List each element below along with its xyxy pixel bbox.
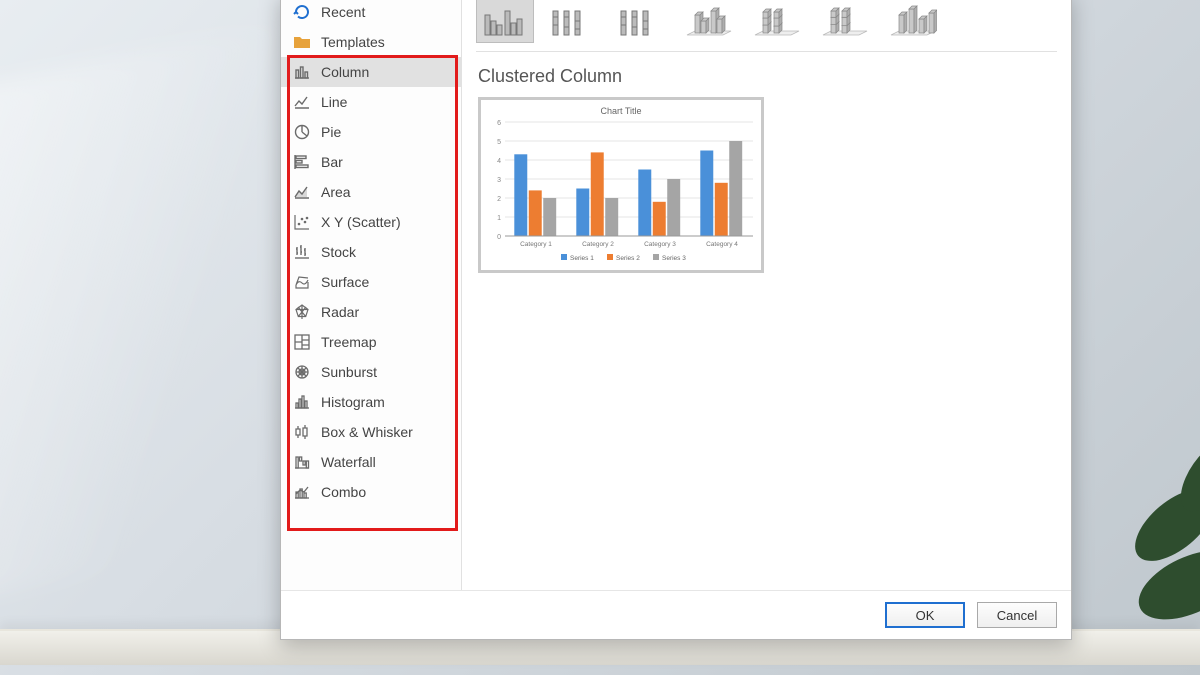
- chart-subtype-row: [476, 0, 1057, 52]
- sidebar-item-combo[interactable]: Combo: [281, 477, 461, 507]
- cancel-button[interactable]: Cancel: [977, 602, 1057, 628]
- sidebar-item-label: Pie: [321, 123, 341, 141]
- sidebar-item-label: Surface: [321, 273, 369, 291]
- sidebar-item-pie[interactable]: Pie: [281, 117, 461, 147]
- sidebar-item-boxwhisker[interactable]: Box & Whisker: [281, 417, 461, 447]
- svg-text:Category 3: Category 3: [644, 241, 676, 248]
- svg-text:0: 0: [497, 234, 501, 241]
- dialog-body: Recent Templates Column Line Pie Bar Area X Y (…: [281, 0, 1071, 590]
- sidebar-item-label: Bar: [321, 153, 343, 171]
- treemap-icon: [293, 333, 311, 351]
- sidebar-item-label: Templates: [321, 33, 385, 51]
- chart-type-title: Clustered Column: [478, 66, 1057, 87]
- sidebar-item-area[interactable]: Area: [281, 177, 461, 207]
- sidebar-item-label: Histogram: [321, 393, 385, 411]
- svg-text:5: 5: [497, 139, 501, 146]
- combo-icon: [293, 483, 311, 501]
- bar-icon: [293, 153, 311, 171]
- histogram-icon: [293, 393, 311, 411]
- svg-text:Category 4: Category 4: [706, 241, 738, 248]
- sidebar-item-label: Waterfall: [321, 453, 376, 471]
- column-icon: [293, 63, 311, 81]
- svg-text:6: 6: [497, 120, 501, 127]
- scatter-icon: [293, 213, 311, 231]
- sidebar-item-treemap[interactable]: Treemap: [281, 327, 461, 357]
- sidebar-item-sunburst[interactable]: Sunburst: [281, 357, 461, 387]
- stock-icon: [293, 243, 311, 261]
- sidebar-item-label: Stock: [321, 243, 356, 261]
- sidebar-item-waterfall[interactable]: Waterfall: [281, 447, 461, 477]
- sidebar-item-label: Combo: [321, 483, 366, 501]
- svg-text:3: 3: [497, 177, 501, 184]
- subtype-stacked2d[interactable]: [544, 0, 602, 43]
- sidebar-item-column[interactable]: Column: [281, 57, 461, 87]
- chart-category-sidebar: Recent Templates Column Line Pie Bar Area X Y (…: [281, 0, 462, 590]
- svg-text:Chart Title: Chart Title: [600, 106, 641, 116]
- subtype-stacked100_2d[interactable]: [612, 0, 670, 43]
- svg-text:Category 1: Category 1: [520, 241, 552, 248]
- subtype-clustered2d[interactable]: [476, 0, 534, 43]
- subtype-stacked100_3d[interactable]: [816, 0, 874, 43]
- waterfall-icon: [293, 453, 311, 471]
- sidebar-item-label: X Y (Scatter): [321, 213, 401, 231]
- chart-main-panel: Clustered Column Chart Title 0 1 2 3 4 5 6 Categ…: [462, 0, 1071, 590]
- pie-icon: [293, 123, 311, 141]
- line-icon: [293, 93, 311, 111]
- ok-button[interactable]: OK: [885, 602, 965, 628]
- sidebar-item-label: Box & Whisker: [321, 423, 413, 441]
- sidebar-item-label: Radar: [321, 303, 359, 321]
- svg-text:Category 2: Category 2: [582, 241, 614, 248]
- radar-icon: [293, 303, 311, 321]
- svg-text:Series 2: Series 2: [616, 255, 640, 262]
- sidebar-item-folder[interactable]: Templates: [281, 27, 461, 57]
- dialog-footer: OK Cancel: [281, 590, 1071, 639]
- recent-icon: [293, 3, 311, 21]
- sidebar-item-recent[interactable]: Recent: [281, 0, 461, 27]
- subtype-col3d[interactable]: [884, 0, 942, 43]
- sidebar-item-line[interactable]: Line: [281, 87, 461, 117]
- sidebar-item-bar[interactable]: Bar: [281, 147, 461, 177]
- insert-chart-dialog: Recent Templates Column Line Pie Bar Area X Y (…: [280, 0, 1072, 640]
- svg-text:Series 3: Series 3: [662, 255, 686, 262]
- sidebar-item-label: Line: [321, 93, 347, 111]
- boxwhisker-icon: [293, 423, 311, 441]
- sidebar-item-label: Sunburst: [321, 363, 377, 381]
- sidebar-item-label: Treemap: [321, 333, 377, 351]
- svg-text:4: 4: [497, 158, 501, 165]
- folder-icon: [293, 33, 311, 51]
- surface-icon: [293, 273, 311, 291]
- sidebar-item-stock[interactable]: Stock: [281, 237, 461, 267]
- chart-preview[interactable]: Chart Title 0 1 2 3 4 5 6 Category 1 Category 2 Ca…: [478, 97, 764, 273]
- sidebar-item-scatter[interactable]: X Y (Scatter): [281, 207, 461, 237]
- subtype-stacked3d[interactable]: [748, 0, 806, 43]
- sunburst-icon: [293, 363, 311, 381]
- sidebar-item-surface[interactable]: Surface: [281, 267, 461, 297]
- sidebar-item-radar[interactable]: Radar: [281, 297, 461, 327]
- area-icon: [293, 183, 311, 201]
- sidebar-item-label: Column: [321, 63, 369, 81]
- svg-text:1: 1: [497, 215, 501, 222]
- svg-text:2: 2: [497, 196, 501, 203]
- sidebar-item-label: Area: [321, 183, 351, 201]
- sidebar-item-histogram[interactable]: Histogram: [281, 387, 461, 417]
- subtype-clustered3d[interactable]: [680, 0, 738, 43]
- sidebar-item-label: Recent: [321, 3, 365, 21]
- svg-text:Series 1: Series 1: [570, 255, 594, 262]
